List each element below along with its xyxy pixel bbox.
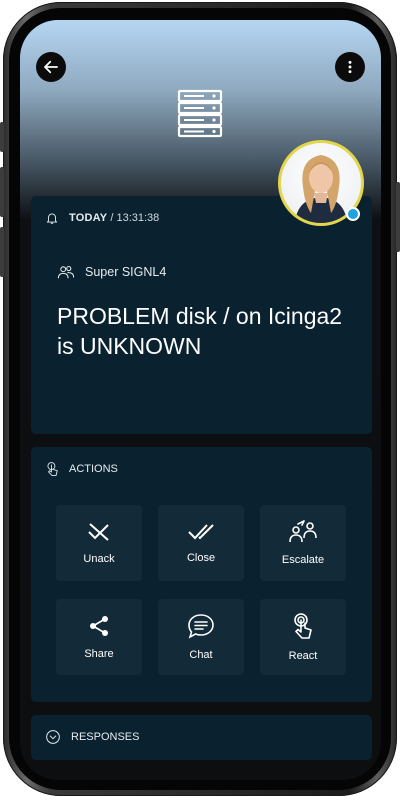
touch-icon: [47, 462, 58, 476]
unack-label: Unack: [83, 553, 115, 565]
tap-icon: [294, 613, 312, 639]
double-check-icon: [188, 524, 214, 540]
arrow-left-icon: [44, 60, 58, 74]
server-icon: [177, 89, 223, 138]
close-label: Close: [186, 552, 216, 564]
alert-card[interactable]: TODAY / 13:31:38 Super SIGNL4 PROBLEM di…: [31, 196, 372, 434]
share-label: Share: [84, 648, 114, 660]
app-screen: TODAY / 13:31:38 Super SIGNL4 PROBLEM di…: [20, 20, 381, 780]
actions-heading: ACTIONS: [45, 461, 118, 477]
side-button-left-middle: [0, 167, 4, 217]
share-icon: [90, 616, 108, 636]
responses-card[interactable]: RESPONSES: [31, 715, 372, 760]
unack-button[interactable]: Unack: [56, 505, 142, 581]
chat-icon: [188, 614, 214, 639]
alert-title: PROBLEM disk / on Icinga2 is UNKNOWN: [57, 303, 343, 359]
escalate-label: Escalate: [281, 554, 325, 566]
more-vertical-icon: [348, 60, 352, 74]
bell-icon: [46, 213, 58, 224]
side-button-left-bottom: [0, 227, 4, 277]
chat-label: Chat: [189, 649, 213, 661]
team-icon: [57, 265, 75, 279]
escalate-button[interactable]: Escalate: [260, 505, 346, 581]
date-label: TODAY: [69, 212, 108, 224]
chevron-down-circle-icon: [46, 730, 60, 744]
online-status-dot: [346, 207, 360, 221]
team-name: Super SIGNL4: [85, 265, 167, 279]
side-button-right: [396, 182, 400, 252]
actions-card: ACTIONS Unack Close Escalate Share Chat …: [31, 447, 372, 702]
escalate-icon: [289, 520, 317, 543]
responses-heading: RESPONSES: [45, 729, 139, 745]
unack-icon: [88, 523, 109, 541]
react-label: React: [288, 650, 318, 662]
more-menu-button[interactable]: [335, 52, 365, 82]
close-button[interactable]: Close: [158, 505, 244, 581]
team-row: Super SIGNL4: [57, 264, 166, 280]
alert-timestamp: TODAY / 13:31:38: [45, 211, 159, 225]
react-button[interactable]: React: [260, 599, 346, 675]
share-button[interactable]: Share: [56, 599, 142, 675]
time-label: / 13:31:38: [110, 212, 160, 224]
responses-heading-label: RESPONSES: [71, 731, 140, 743]
actions-heading-label: ACTIONS: [69, 463, 118, 475]
back-button[interactable]: [36, 52, 66, 82]
chat-button[interactable]: Chat: [158, 599, 244, 675]
side-button-left-top: [0, 122, 4, 152]
actions-grid: Unack Close Escalate Share Chat React: [56, 505, 346, 675]
